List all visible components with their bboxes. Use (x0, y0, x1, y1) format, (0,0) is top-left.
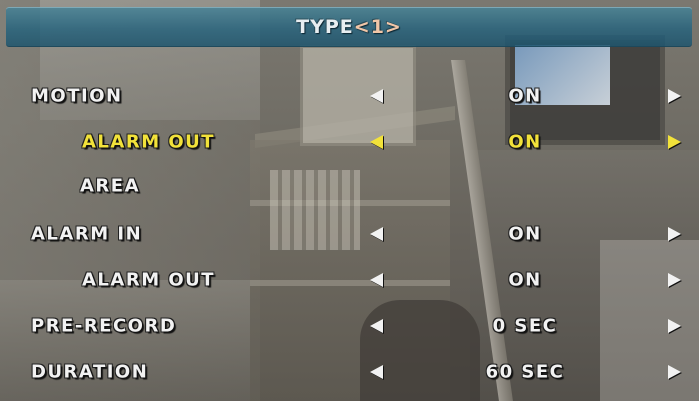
menu-row-alarm-in-alarm-out[interactable]: ALARM OUT ON (0, 262, 699, 298)
menu-row-value[interactable]: ON (508, 132, 541, 153)
menu-row-label: ALARM OUT (82, 131, 216, 153)
menu-row-pre-record[interactable]: PRE-RECORD 0 SEC (0, 308, 699, 344)
right-triangle-icon[interactable] (668, 135, 681, 149)
menu-row-label: PRE-RECORD (31, 315, 177, 337)
title-bar: TYPE<1> (6, 7, 692, 47)
menu-row-label: MOTION (31, 85, 123, 107)
menu-title-page: <1> (353, 16, 402, 38)
left-triangle-icon[interactable] (370, 365, 383, 379)
left-triangle-icon[interactable] (370, 89, 383, 103)
right-triangle-icon[interactable] (668, 319, 681, 333)
menu-row-value[interactable]: ON (508, 86, 541, 107)
left-triangle-icon[interactable] (370, 135, 383, 149)
menu-row-label: DURATION (31, 361, 149, 383)
left-triangle-icon[interactable] (370, 273, 383, 287)
menu-row-value[interactable]: ON (508, 224, 541, 245)
menu-row-label: AREA (80, 175, 141, 197)
menu-row-motion-alarm-out[interactable]: ALARM OUT ON (0, 124, 699, 160)
menu-row-label: ALARM OUT (82, 269, 216, 291)
menu-row-alarm-in[interactable]: ALARM IN ON (0, 216, 699, 252)
menu-row-value[interactable]: 60 SEC (486, 362, 565, 383)
menu-row-area[interactable]: AREA (0, 168, 699, 204)
menu-row-motion[interactable]: MOTION ON (0, 78, 699, 114)
right-triangle-icon[interactable] (668, 89, 681, 103)
right-triangle-icon[interactable] (668, 365, 681, 379)
left-triangle-icon[interactable] (370, 319, 383, 333)
menu-title: TYPE<1> (296, 16, 402, 38)
menu-row-value[interactable]: ON (508, 270, 541, 291)
menu-row-duration[interactable]: DURATION 60 SEC (0, 354, 699, 390)
left-triangle-icon[interactable] (370, 227, 383, 241)
right-triangle-icon[interactable] (668, 227, 681, 241)
menu-title-name: TYPE (296, 16, 354, 38)
right-triangle-icon[interactable] (668, 273, 681, 287)
menu-row-label: ALARM IN (31, 223, 143, 245)
menu-row-value[interactable]: 0 SEC (493, 316, 558, 337)
